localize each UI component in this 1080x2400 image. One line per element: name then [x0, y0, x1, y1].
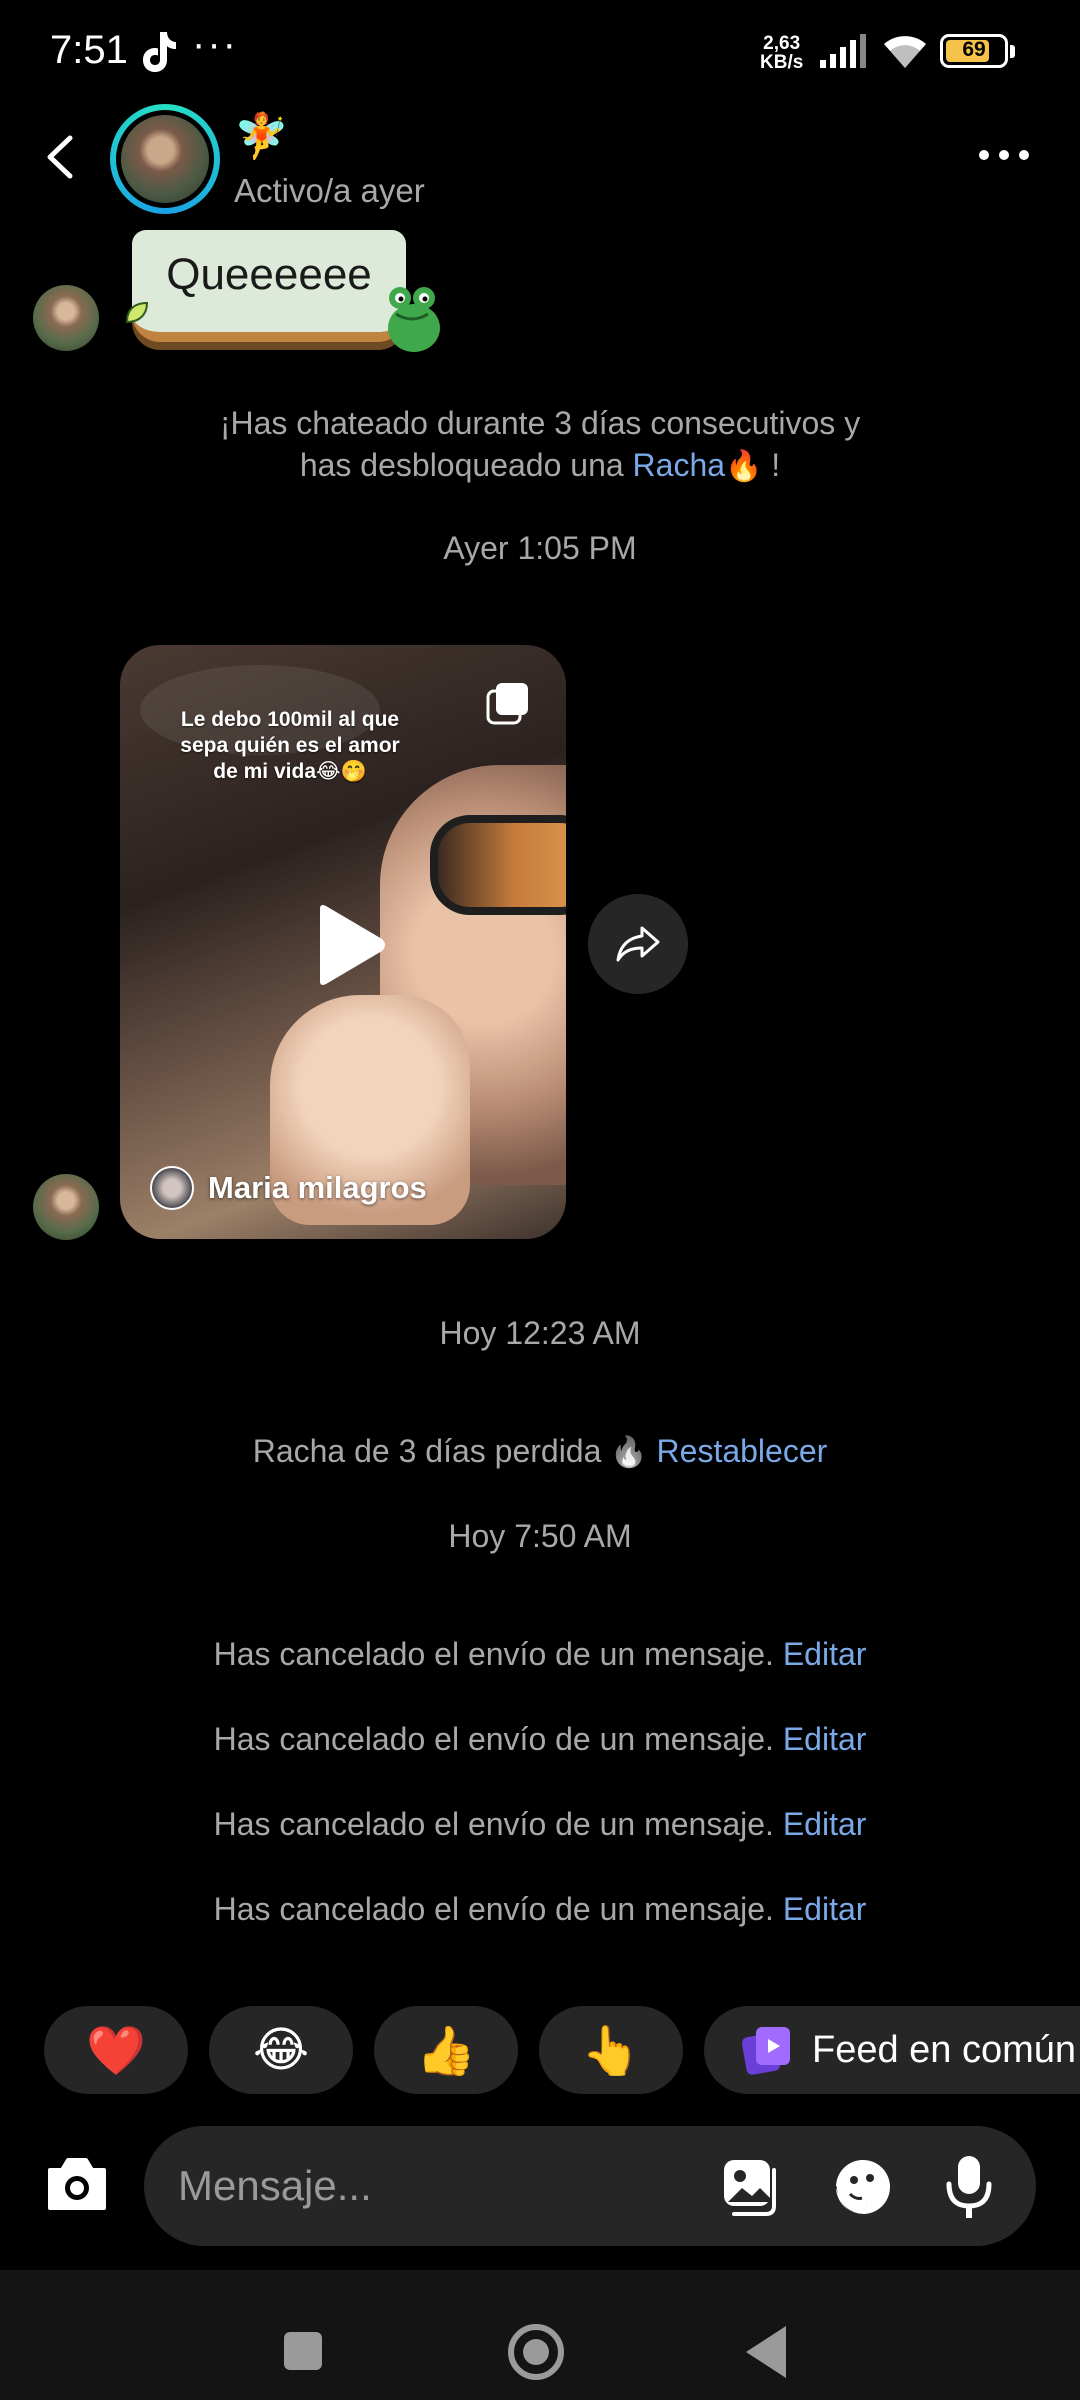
sticker-text: Queeeeee [166, 250, 372, 299]
sticker-message[interactable]: Queeeeee [124, 230, 444, 354]
back-arrow-icon[interactable] [38, 132, 88, 182]
video-author-name: Maria milagros [208, 1170, 427, 1205]
feed-icon [741, 2027, 790, 2075]
edit-link[interactable]: Editar [783, 1891, 867, 1927]
unsent-text: Has cancelado el envío de un mensaje. [213, 1891, 774, 1927]
shared-feed-label: Feed en común [812, 2028, 1077, 2071]
unsent-notice: Has cancelado el envío de un mensaje. Ed… [0, 1888, 1080, 1930]
unsent-notice: Has cancelado el envío de un mensaje. Ed… [0, 1633, 1080, 1675]
streak-line-1: ¡Has chateado durante 3 días consecutivo… [219, 405, 861, 441]
point-emoji: 👆 [581, 2024, 641, 2078]
unsent-notice: Has cancelado el envío de un mensaje. Ed… [0, 1803, 1080, 1845]
contact-status: Activo/a ayer [234, 172, 425, 209]
edit-link[interactable]: Editar [783, 1721, 867, 1757]
back-button[interactable] [746, 2326, 786, 2378]
thumbs-up-emoji: 👍 [416, 2024, 476, 2078]
sender-avatar[interactable] [33, 285, 99, 351]
shared-video-card[interactable]: Le debo 100mil al que sepa quién es el a… [120, 645, 566, 1239]
battery-level: 69 [962, 38, 986, 61]
network-speed-unit: KB/s [760, 52, 804, 73]
carousel-icon [486, 683, 528, 725]
streak-line-2: has desbloqueado una Racha🔥 ! [0, 444, 1080, 488]
grey-fire-icon: 🔥 [610, 1436, 648, 1469]
streak-line-2-prefix: has desbloqueado una [299, 447, 633, 483]
home-button[interactable] [508, 2324, 564, 2380]
timestamp: Hoy 7:50 AM [448, 1518, 632, 1554]
contact-avatar-image [121, 115, 209, 203]
share-icon [616, 926, 660, 962]
sender-avatar[interactable] [33, 1174, 99, 1240]
timestamp: Hoy 12:23 AM [439, 1315, 641, 1351]
contact-avatar[interactable] [110, 104, 220, 214]
fire-icon: 🔥 [725, 450, 763, 483]
laugh-emoji: 😂 [252, 2024, 310, 2077]
message-input[interactable] [178, 2156, 698, 2216]
microphone-icon[interactable] [944, 2154, 994, 2220]
streak-line-2-suffix: ! [762, 447, 781, 483]
unsent-text: Has cancelado el envío de un mensaje. [213, 1721, 774, 1757]
video-author-avatar [150, 1166, 194, 1210]
share-button[interactable] [588, 894, 688, 994]
gallery-icon[interactable] [720, 2156, 782, 2218]
quick-reaction-heart[interactable]: ❤️ [44, 2006, 188, 2094]
system-nav-bar [0, 2270, 1080, 2400]
quick-reaction-thumbs-up[interactable]: 👍 [374, 2006, 518, 2094]
video-author[interactable]: Maria milagros [150, 1163, 427, 1213]
unsent-text: Has cancelado el envío de un mensaje. [213, 1806, 774, 1842]
unsent-text: Has cancelado el envío de un mensaje. [213, 1636, 774, 1672]
streak-lost-notice: Racha de 3 días perdida 🔥 Restablecer [0, 1430, 1080, 1474]
status-more-icon: ··· [192, 22, 238, 66]
quick-reaction-laugh[interactable]: 😂 [209, 2006, 353, 2094]
heart-emoji: ❤️ [86, 2024, 146, 2078]
streak-lost-text: Racha de 3 días perdida [252, 1433, 602, 1469]
streak-link[interactable]: Racha [633, 447, 726, 483]
sticker-icon[interactable] [832, 2156, 894, 2218]
edit-link[interactable]: Editar [783, 1636, 867, 1672]
streak-unlocked-notice: ¡Has chateado durante 3 días consecutivo… [0, 402, 1080, 488]
network-speed-value: 2,63 [763, 33, 801, 54]
restore-streak-link[interactable]: Restablecer [657, 1433, 828, 1469]
status-time: 7:51 [50, 28, 128, 72]
video-thumbnail-goggles [430, 815, 566, 915]
status-bar: 7:51 ··· 2,63 KB/s 69 [0, 0, 1080, 104]
more-options-icon[interactable] [974, 140, 1034, 170]
recents-button[interactable] [284, 2332, 322, 2370]
shared-feed-button[interactable]: Feed en común [704, 2006, 1080, 2094]
edit-link[interactable]: Editar [783, 1806, 867, 1842]
camera-icon[interactable] [44, 2154, 110, 2214]
leaf-icon [125, 301, 149, 324]
unsent-notice: Has cancelado el envío de un mensaje. Ed… [0, 1718, 1080, 1760]
video-caption: Le debo 100mil al que sepa quién es el a… [180, 708, 400, 783]
battery-icon: 69 [940, 34, 1015, 68]
quick-reaction-point[interactable]: 👆 [539, 2006, 683, 2094]
signal-icon [820, 34, 866, 68]
timestamp: Ayer 1:05 PM [443, 530, 637, 566]
wifi-icon [884, 36, 926, 68]
play-icon[interactable] [312, 903, 388, 987]
tiktok-icon [143, 32, 176, 72]
network-speed: 2,63 KB/s [760, 34, 803, 72]
frog-icon [388, 287, 440, 352]
message-composer [144, 2126, 1036, 2246]
contact-name-emoji[interactable]: 🧚 [234, 112, 289, 162]
